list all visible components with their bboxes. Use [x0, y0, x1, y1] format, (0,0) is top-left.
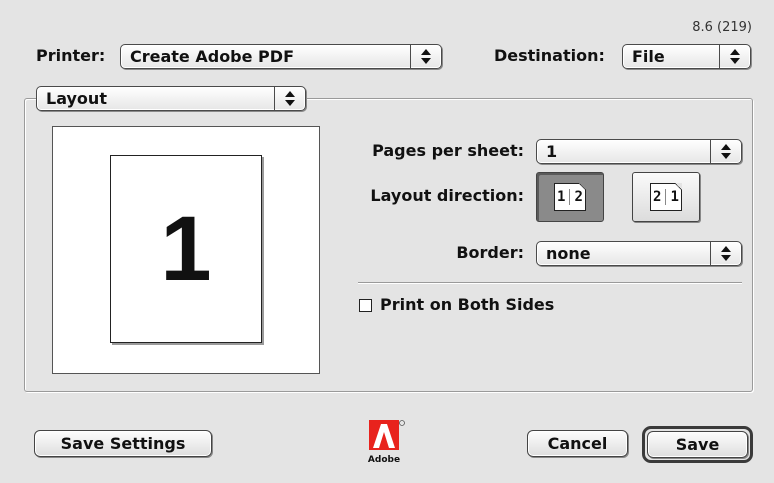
direction-first-number: 2	[653, 189, 662, 205]
print-both-sides-checkbox[interactable]	[359, 299, 372, 312]
direction-second-number: 1	[670, 189, 679, 205]
popup-arrows-icon	[719, 45, 750, 68]
popup-arrows-icon	[710, 140, 741, 163]
cancel-button[interactable]: Cancel	[527, 430, 628, 457]
popup-arrows-icon	[710, 242, 741, 265]
save-button[interactable]: Save	[647, 431, 748, 458]
divider	[358, 282, 742, 284]
layout-direction-label: Layout direction:	[370, 186, 524, 205]
save-settings-button[interactable]: Save Settings	[34, 430, 212, 457]
section-value: Layout	[46, 89, 107, 108]
destination-popup[interactable]: File	[622, 44, 751, 69]
popup-arrows-icon	[274, 87, 305, 110]
border-value: none	[546, 244, 591, 263]
direction-first-number: 1	[557, 189, 566, 205]
page-order-12-icon: 1 2	[554, 183, 586, 211]
direction-second-number: 2	[574, 189, 583, 205]
pages-per-sheet-popup[interactable]: 1	[536, 139, 742, 164]
popup-arrows-icon	[410, 45, 441, 68]
pages-per-sheet-label: Pages per sheet:	[372, 141, 524, 160]
print-both-sides-label[interactable]: Print on Both Sides	[380, 295, 554, 315]
version-label: 8.6 (219)	[692, 20, 752, 35]
direction-left-to-right-button[interactable]: 1 2	[536, 172, 604, 222]
printer-label: Printer:	[36, 46, 106, 65]
printer-value: Create Adobe PDF	[130, 47, 294, 66]
direction-right-to-left-button[interactable]: 2 1	[632, 172, 700, 222]
preview-page: 1	[110, 155, 262, 343]
pages-per-sheet-value: 1	[546, 142, 558, 161]
adobe-logo-text: Adobe	[368, 455, 400, 465]
preview-page-number: 1	[160, 198, 212, 300]
printer-popup[interactable]: Create Adobe PDF	[120, 44, 442, 69]
section-popup[interactable]: Layout	[36, 86, 306, 111]
page-order-21-icon: 2 1	[650, 183, 682, 211]
destination-value: File	[632, 47, 665, 66]
border-popup[interactable]: none	[536, 241, 742, 266]
destination-label: Destination:	[494, 46, 605, 65]
adobe-logo-icon: Adobe	[368, 420, 405, 465]
border-label: Border:	[456, 243, 524, 262]
